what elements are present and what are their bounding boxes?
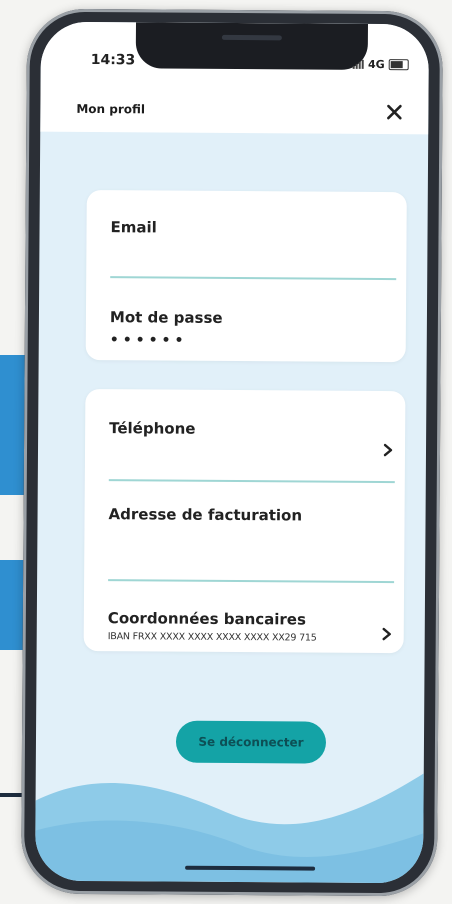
- device-notch: [135, 22, 368, 70]
- password-value: ••••••: [109, 332, 188, 349]
- email-field[interactable]: Email: [86, 190, 407, 280]
- status-indicators: 4G: [352, 57, 409, 72]
- speaker-grille: [221, 34, 282, 41]
- billing-address-row[interactable]: Adresse de facturation: [84, 481, 405, 583]
- billing-address-label: Adresse de facturation: [108, 505, 303, 525]
- password-field[interactable]: Mot de passe ••••••: [86, 280, 407, 362]
- phone-screen: 14:33 4G Mon profil Email Mot de passe •…: [35, 21, 429, 884]
- bank-details-label: Coordonnées bancaires: [107, 609, 307, 629]
- page-title: Mon profil: [76, 101, 146, 117]
- network-type: 4G: [367, 57, 385, 72]
- phone-frame: 14:33 4G Mon profil Email Mot de passe •…: [20, 8, 444, 897]
- password-label: Mot de passe: [109, 308, 223, 327]
- email-divider: [110, 276, 397, 280]
- details-card: Téléphone Adresse de facturation Coordon…: [83, 388, 406, 654]
- status-time: 14:33: [90, 52, 136, 69]
- phone-row[interactable]: Téléphone: [85, 389, 406, 483]
- iban-value: IBAN FRXX XXXX XXXX XXXX XXXX XX29 715: [107, 631, 317, 644]
- close-icon[interactable]: [384, 102, 404, 122]
- bank-details-row[interactable]: Coordonnées bancaires IBAN FRXX XXXX XXX…: [84, 581, 404, 653]
- chevron-right-icon: [383, 443, 393, 457]
- chevron-right-icon: [382, 627, 391, 641]
- signal-icon: [352, 59, 365, 69]
- logout-button[interactable]: Se déconnecter: [175, 720, 327, 764]
- account-card: Email Mot de passe ••••••: [85, 189, 407, 363]
- phone-label: Téléphone: [109, 419, 196, 438]
- email-label: Email: [110, 218, 157, 237]
- battery-icon: [388, 59, 409, 71]
